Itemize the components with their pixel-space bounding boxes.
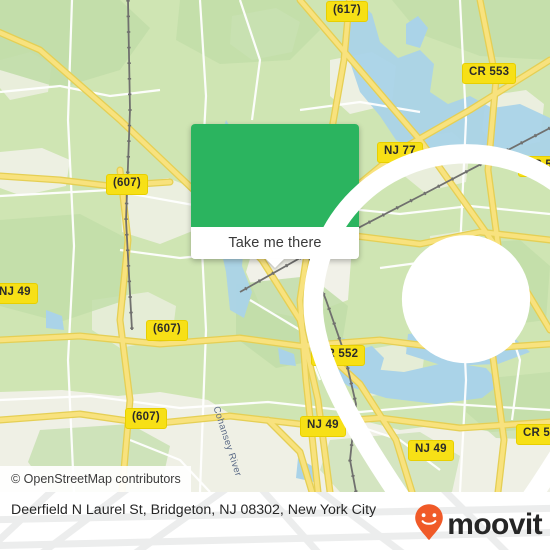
moovit-map-share-card: (617)CR 553(607)NJ 77CR 55NJ 49(607)CR 5… [0,0,550,550]
road-shield: CR 553 [462,63,517,84]
moovit-smiley-pin-icon [414,503,444,546]
road-shield: NJ 49 [0,283,38,304]
footer-bar: Deerfield N Laurel St, Bridgeton, NJ 083… [0,492,550,550]
popup-pin-panel [191,124,550,492]
road-shield: (617) [326,1,368,22]
road-shield: (607) [146,320,188,341]
moovit-logo[interactable]: moovit [414,503,543,546]
location-caption: Deerfield N Laurel St, Bridgeton, NJ 083… [11,502,377,518]
location-popup-card[interactable]: Take me there [191,124,550,492]
take-me-there-label: Take me there [228,235,322,251]
popup-cta-panel[interactable]: Take me there [191,227,359,268]
map-attribution[interactable]: © OpenStreetMap contributors [0,466,191,492]
attribution-text: © OpenStreetMap contributors [11,472,181,486]
road-shield: (607) [125,408,167,429]
road-shield: (607) [106,174,148,195]
popup-pointer-tail [266,259,284,268]
moovit-wordmark: moovit [447,507,542,541]
map-canvas[interactable]: (617)CR 553(607)NJ 77CR 55NJ 49(607)CR 5… [0,0,550,492]
